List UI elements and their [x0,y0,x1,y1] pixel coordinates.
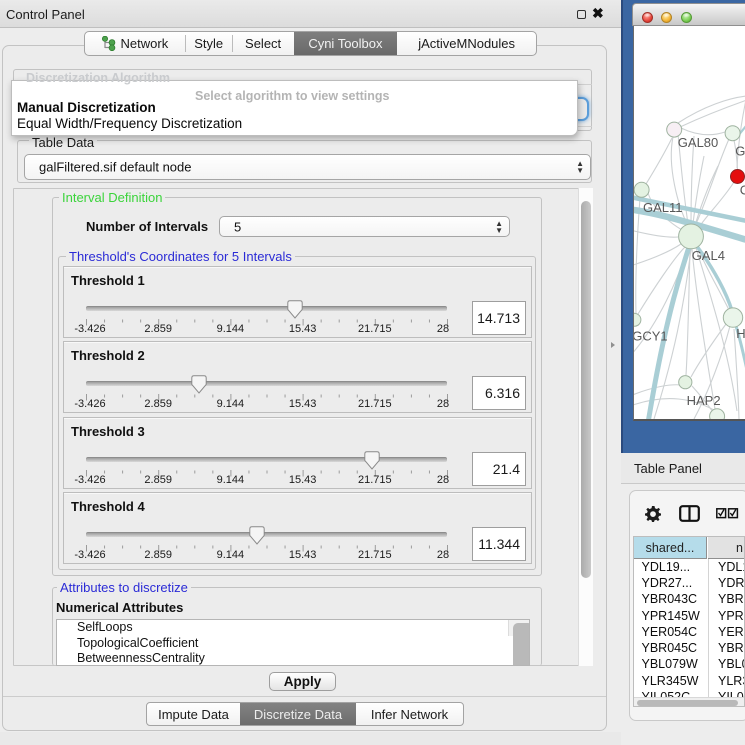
svg-text:GAL11: GAL11 [643,200,683,215]
svg-text:GAL4: GAL4 [692,248,725,263]
svg-text:H: H [736,326,745,341]
svg-text:GA: GA [735,144,745,159]
svg-text:CY: CY [740,182,745,197]
svg-text:GCY1: GCY1 [634,328,668,343]
svg-text:GAL80: GAL80 [678,135,718,150]
svg-text:HAP2: HAP2 [687,393,721,408]
